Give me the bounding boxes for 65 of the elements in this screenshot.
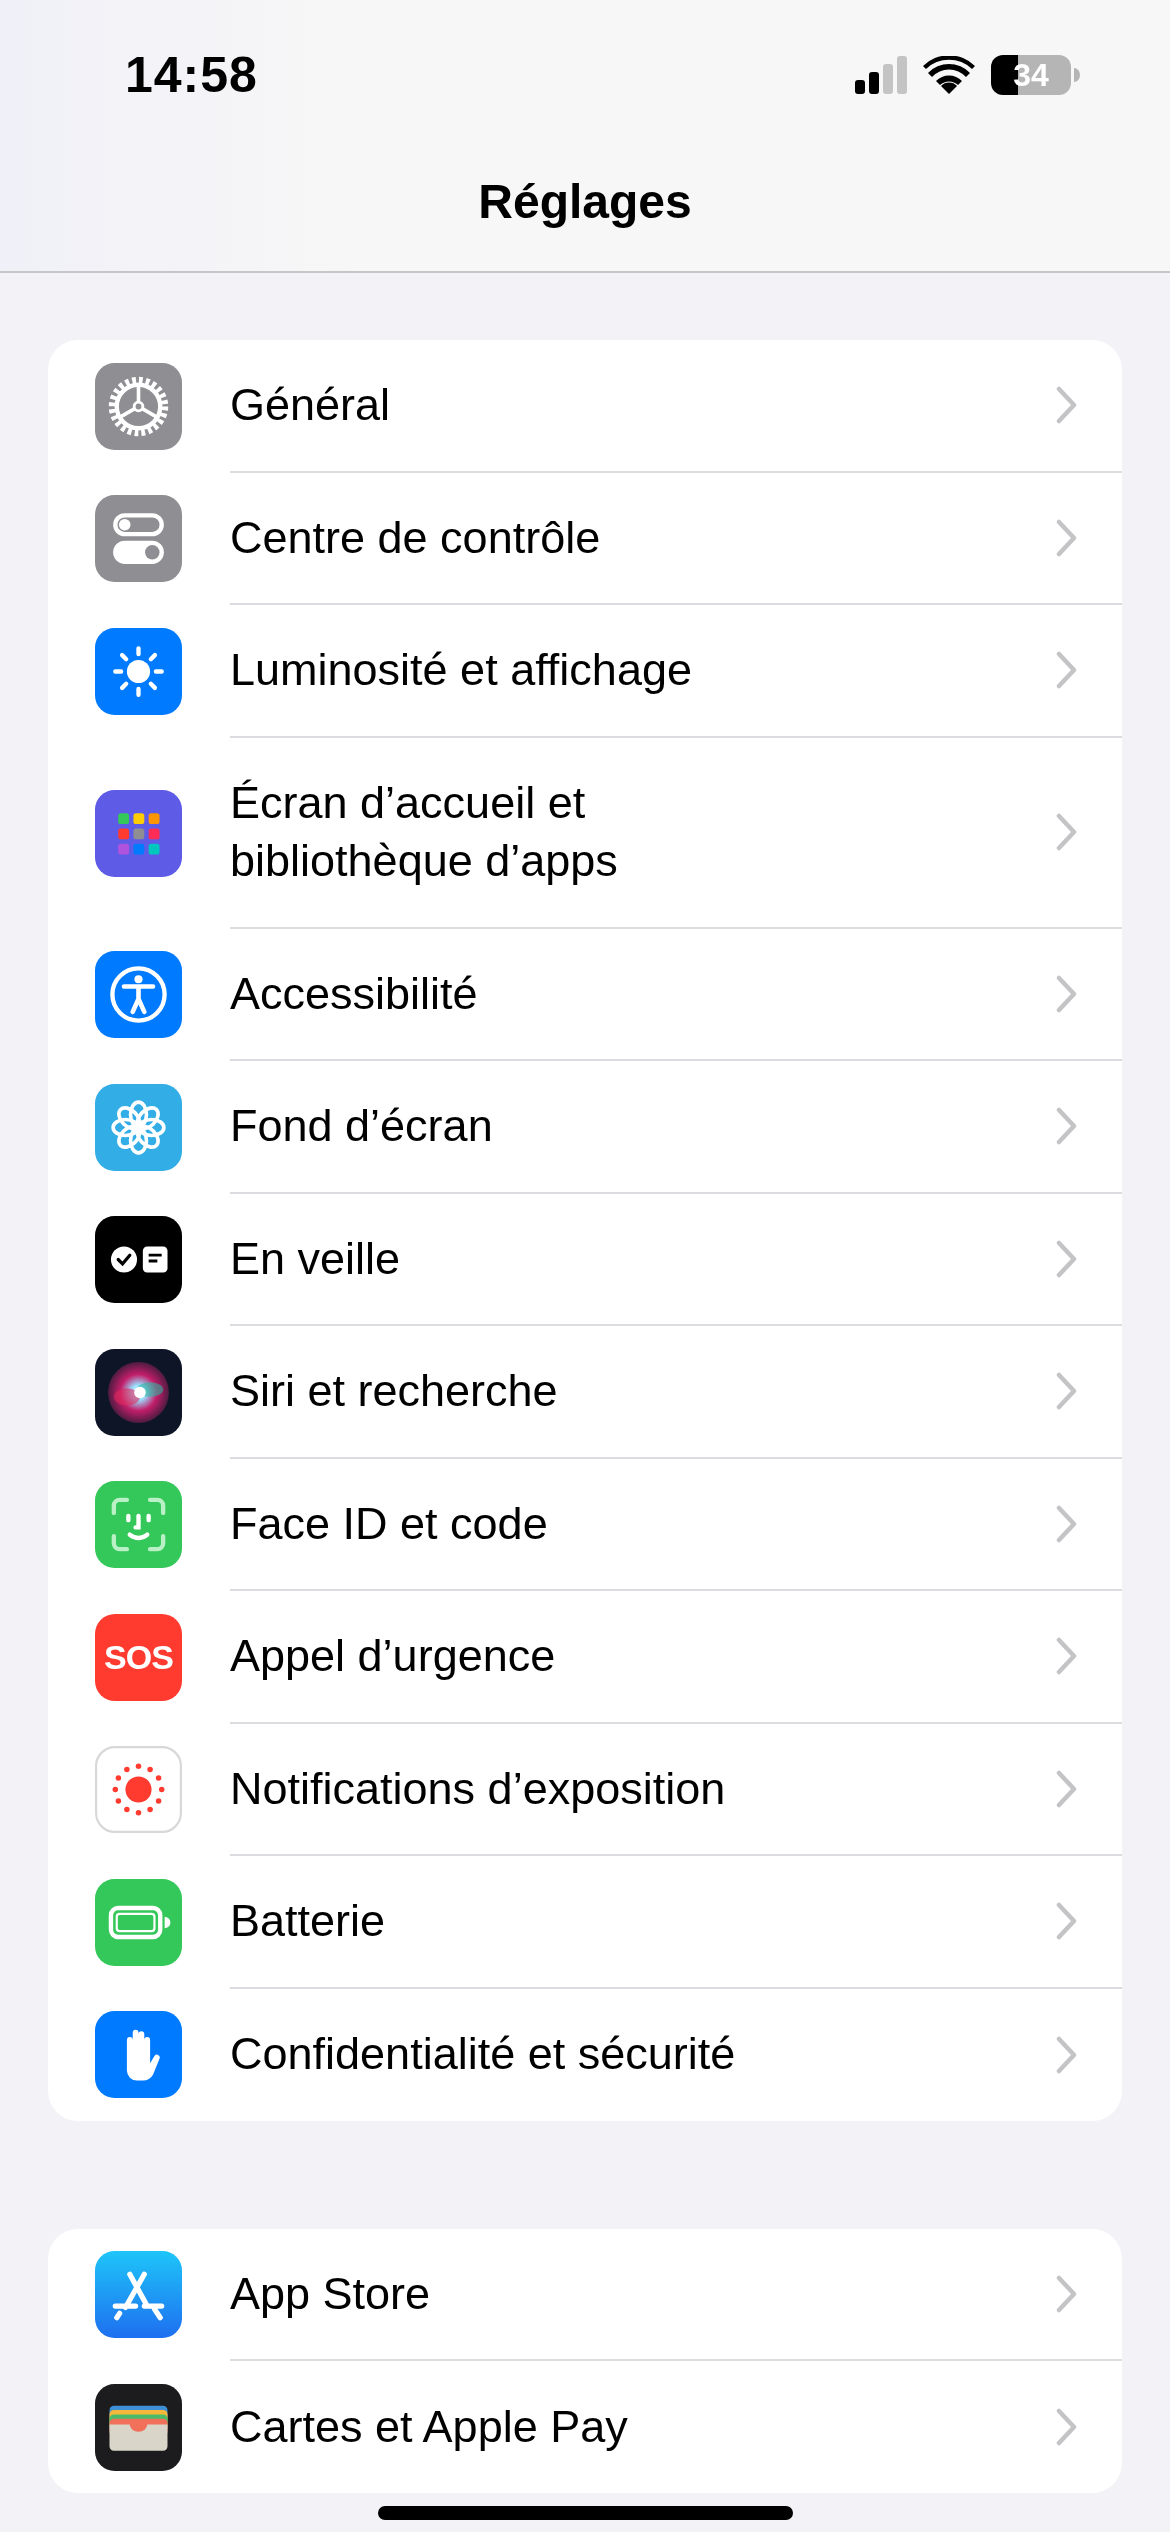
settings-row[interactable]: Notifications d’exposition (48, 1723, 1122, 1856)
chevron-icon (1056, 2274, 1078, 2313)
chevron-icon (1056, 518, 1078, 557)
row-label: App Store (230, 2266, 431, 2321)
clock-and-widget-icon (95, 1216, 182, 1304)
signal-icon (855, 56, 907, 94)
chevron-icon (1056, 1769, 1078, 1808)
settings-row[interactable]: Cartes et Apple Pay (48, 2361, 1122, 2493)
row-label: Notifications d’exposition (230, 1761, 726, 1816)
row-label: Accessibilité (230, 966, 478, 1021)
battery-icon (95, 1878, 182, 1966)
settings-row[interactable]: En veille (48, 1193, 1122, 1326)
chevron-icon (1056, 386, 1078, 425)
chevron-icon (1056, 1107, 1078, 1146)
battery-tip-icon (1074, 68, 1080, 82)
chevron-icon (1056, 1637, 1078, 1676)
wifi-icon (923, 56, 975, 94)
chevron-icon (1056, 813, 1078, 851)
app-grid-icon (95, 789, 182, 877)
row-label: Centre de contrôle (230, 510, 601, 565)
settings-row[interactable]: Écran d’accueil et bibliothèque d’apps (48, 737, 1122, 929)
row-label: Général (230, 378, 391, 432)
chevron-icon (1056, 974, 1078, 1013)
face-scan-icon (95, 1481, 182, 1569)
sun-icon (95, 627, 182, 715)
chevron-icon (1056, 1372, 1078, 1411)
flower-icon (95, 1083, 182, 1171)
row-label: Confidentialité et sécurité (230, 2027, 736, 2082)
chevron-icon (1056, 651, 1078, 690)
wallet-icon (95, 2383, 182, 2471)
row-label: Luminosité et affichage (230, 643, 692, 697)
toggle-switches-icon (95, 495, 182, 583)
settings-row[interactable]: Batterie (48, 1856, 1122, 1989)
row-label: Cartes et Apple Pay (230, 2399, 628, 2454)
settings-row[interactable]: App Store (48, 2228, 1122, 2361)
orb-icon (95, 1348, 182, 1436)
chevron-icon (1056, 1239, 1078, 1278)
row-label: Écran d’accueil et bibliothèque d’apps (230, 775, 619, 888)
accessibility-icon (95, 951, 182, 1039)
chevron-icon (1056, 1504, 1078, 1543)
settings-row[interactable]: Général (48, 340, 1122, 473)
row-label: Fond d’écran (230, 1099, 493, 1153)
settings-row[interactable]: Centre de contrôle (48, 472, 1122, 605)
row-label: Appel d’urgence (230, 1629, 556, 1683)
settings-row[interactable]: Luminosité et affichage (48, 605, 1122, 738)
row-label: Siri et recherche (230, 1364, 558, 1418)
hand-icon (95, 2011, 182, 2098)
settings-row[interactable]: Siri et recherche (48, 1326, 1122, 1459)
gear-icon (95, 362, 182, 450)
settings-row[interactable]: SOS Appel d’urgence (48, 1591, 1122, 1724)
chevron-icon (1056, 2035, 1078, 2074)
page-title: Réglages (477, 174, 693, 226)
settings-row[interactable]: Confidentialité et sécurité (48, 1988, 1122, 2121)
row-label: Face ID et code (230, 1496, 548, 1551)
chevron-icon (1056, 1902, 1078, 1941)
sos-icon: SOS (95, 1613, 182, 1701)
settings-row[interactable]: Fond d’écran (48, 1061, 1122, 1194)
settings-row[interactable]: Face ID et code (48, 1458, 1122, 1591)
clock-time: 14:58 (125, 45, 258, 105)
row-label: En veille (230, 1231, 401, 1286)
app-store-icon (95, 2251, 182, 2339)
chevron-icon (1056, 2408, 1078, 2446)
sun-dots-icon (95, 1746, 182, 1834)
settings-row[interactable]: Accessibilité (48, 928, 1122, 1061)
row-label: Batterie (230, 1894, 386, 1948)
